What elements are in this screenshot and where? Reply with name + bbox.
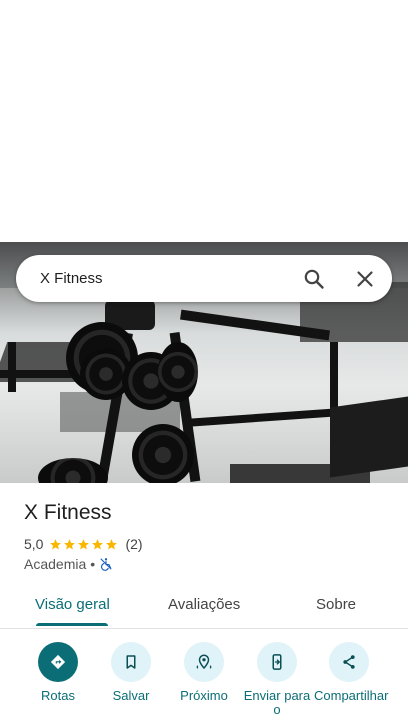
place-title: X Fitness: [24, 501, 112, 524]
tab-overview[interactable]: Visão geral: [35, 586, 110, 626]
star-icon: [92, 538, 104, 549]
accessibility-unavailable-icon: [99, 557, 113, 571]
star-icon: [78, 538, 90, 549]
star-icon: [50, 538, 62, 549]
bookmark-icon: [111, 642, 151, 682]
active-tab-indicator: [36, 623, 108, 626]
review-count: (2): [125, 536, 143, 552]
map-blank-area: [0, 0, 408, 242]
photo-bar: [8, 342, 16, 392]
star-icon: [64, 538, 76, 549]
share-label: Compartilhar: [314, 688, 389, 703]
star-rating: [49, 538, 119, 551]
search-icon[interactable]: [302, 267, 326, 291]
category-row: Academia •: [24, 556, 113, 572]
search-bar[interactable]: X Fitness: [16, 255, 392, 302]
tab-about[interactable]: Sobre: [316, 586, 356, 626]
directions-label: Rotas: [41, 688, 75, 703]
send-to-phone-icon: [257, 642, 297, 682]
photo-weight-plate: [158, 342, 198, 402]
nearby-icon: [184, 642, 224, 682]
directions-icon: [38, 642, 78, 682]
star-icon: [106, 538, 118, 549]
photo-dark-equipment: [330, 396, 408, 478]
rating-value: 5,0: [24, 536, 44, 552]
send-to-phone-button[interactable]: Enviar para o: [242, 640, 312, 717]
tab-reviews[interactable]: Avaliações: [168, 586, 240, 626]
photo-weight-plate: [38, 458, 108, 483]
place-tabs: Visão geral Avaliações Sobre: [0, 586, 408, 629]
save-button[interactable]: Salvar: [96, 640, 166, 703]
action-buttons: Rotas Salvar Próximo Enviar para o Compa…: [0, 640, 408, 726]
rating-row[interactable]: 5,0 (2): [24, 536, 143, 552]
search-input[interactable]: X Fitness: [40, 255, 103, 302]
share-icon: [329, 642, 369, 682]
nearby-button[interactable]: Próximo: [169, 640, 239, 703]
close-icon[interactable]: [353, 267, 377, 291]
share-button[interactable]: Compartilhar: [314, 640, 389, 703]
separator-dot: •: [90, 556, 96, 572]
place-category: Academia: [24, 556, 87, 572]
directions-button[interactable]: Rotas: [23, 640, 93, 703]
photo-weight-plate: [132, 424, 194, 483]
nearby-label: Próximo: [180, 688, 228, 703]
send-to-phone-label: Enviar para o: [243, 688, 311, 717]
save-label: Salvar: [112, 688, 150, 703]
